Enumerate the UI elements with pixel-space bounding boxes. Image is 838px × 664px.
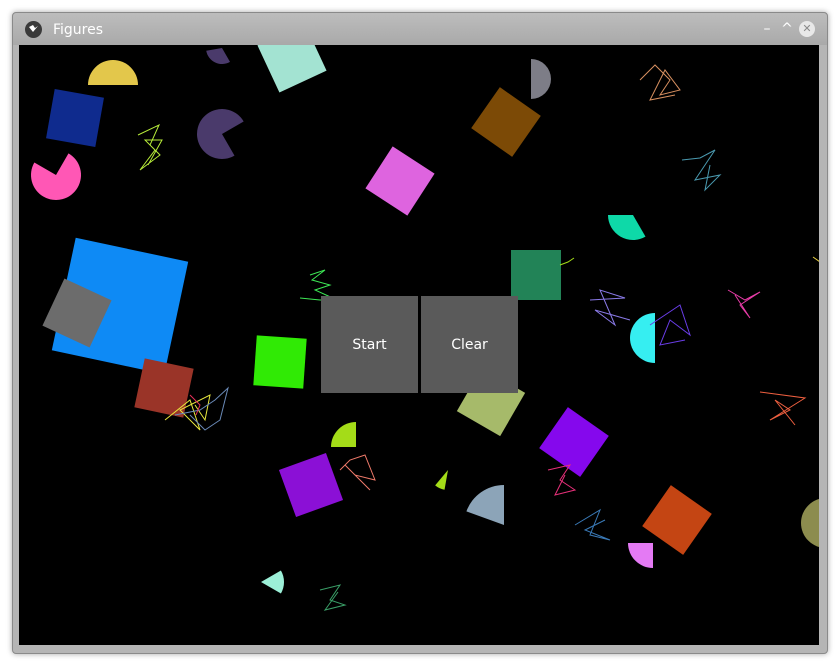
sector-figure bbox=[628, 543, 653, 568]
sector-figure bbox=[630, 313, 655, 363]
sector-figure bbox=[331, 422, 356, 447]
sector-figure bbox=[31, 153, 81, 200]
scribble-figure bbox=[589, 289, 631, 327]
scribble-figure bbox=[727, 289, 761, 319]
scribble-figure bbox=[759, 391, 807, 426]
sector-figure bbox=[206, 48, 230, 64]
sector-figure bbox=[435, 470, 448, 490]
app-icon bbox=[25, 21, 42, 38]
square-figure bbox=[471, 87, 541, 157]
sector-figure bbox=[261, 570, 284, 594]
square-figure bbox=[511, 250, 561, 300]
scribble-figure bbox=[339, 454, 376, 491]
sector-figure bbox=[466, 485, 504, 525]
drawing-canvas[interactable]: Start Clear bbox=[19, 45, 819, 645]
scribble-figure bbox=[137, 123, 163, 171]
square-figure bbox=[539, 407, 609, 477]
sector-figure bbox=[608, 215, 646, 240]
clear-button[interactable]: Clear bbox=[421, 296, 518, 393]
scribble-figure bbox=[812, 256, 819, 262]
close-button[interactable]: ✕ bbox=[799, 21, 815, 37]
sector-figure bbox=[88, 60, 138, 85]
scribble-figure bbox=[574, 508, 611, 541]
sector-figure bbox=[531, 59, 551, 99]
start-button[interactable]: Start bbox=[321, 296, 418, 393]
square-figure bbox=[278, 452, 344, 518]
square-figure bbox=[365, 146, 435, 216]
figures-layer bbox=[31, 45, 819, 611]
sector-figure bbox=[801, 499, 819, 547]
scribble-figure bbox=[559, 257, 575, 266]
square-figure bbox=[46, 89, 104, 147]
square-figure bbox=[134, 358, 194, 418]
app-window: Figures – ^ ✕ Start Clear bbox=[12, 12, 828, 654]
minimize-button[interactable]: – bbox=[759, 21, 775, 37]
window-title: Figures bbox=[53, 22, 104, 38]
maximize-button[interactable]: ^ bbox=[779, 21, 795, 37]
title-bar[interactable]: Figures – ^ ✕ bbox=[13, 13, 827, 45]
square-figure bbox=[257, 45, 327, 93]
scribble-figure bbox=[639, 64, 681, 101]
scribble-figure bbox=[319, 584, 347, 611]
scribble-figure bbox=[649, 304, 691, 346]
sector-figure bbox=[197, 109, 244, 159]
square-figure bbox=[253, 335, 307, 389]
scribble-figure bbox=[681, 149, 722, 192]
